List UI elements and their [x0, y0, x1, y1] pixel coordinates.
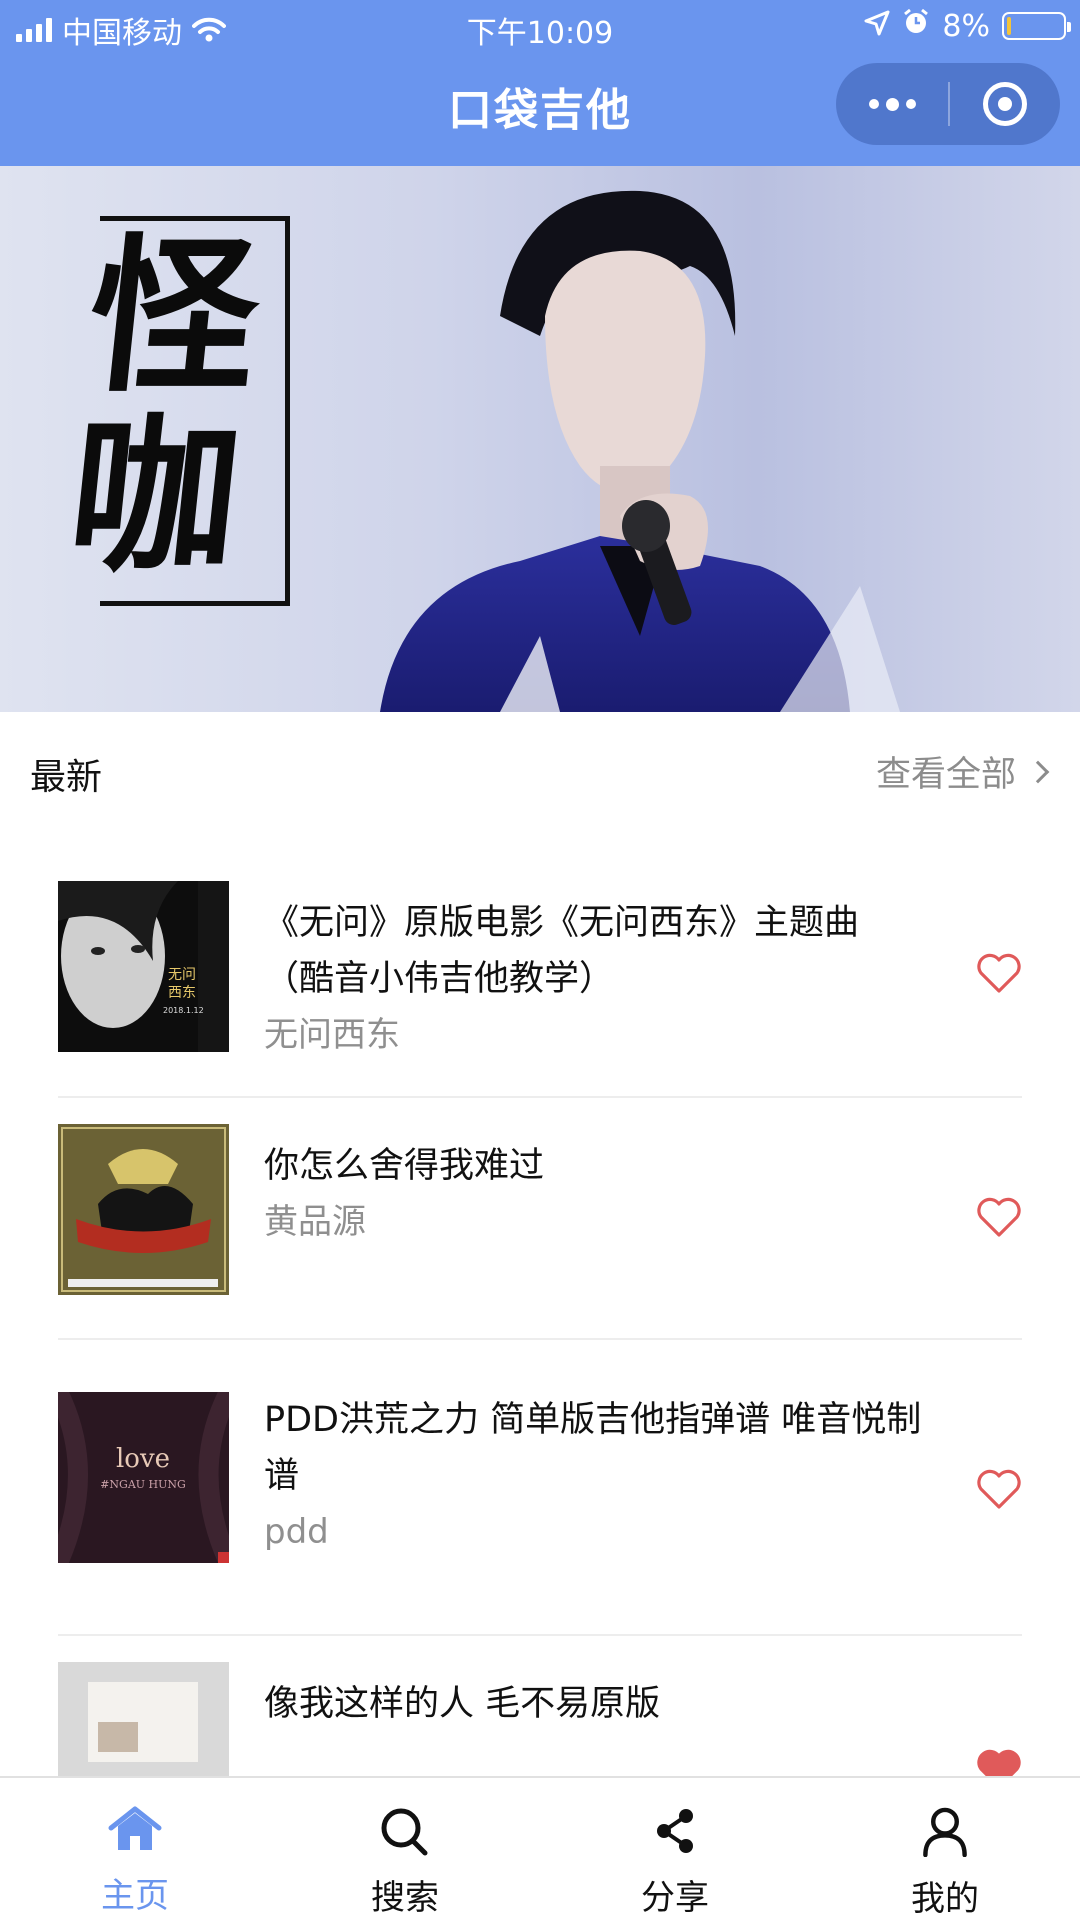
alarm-icon	[902, 8, 930, 44]
tab-search[interactable]: 搜索	[270, 1778, 540, 1920]
search-icon	[381, 1808, 428, 1856]
target-icon	[983, 82, 1027, 126]
view-all-label: 查看全部	[875, 755, 1016, 795]
song-title: 《无问》原版电影《无问西东》主题曲（酷音小伟吉他教学）	[264, 903, 860, 999]
tab-label: 分享	[641, 1878, 709, 1918]
tab-home[interactable]: 主页	[0, 1778, 270, 1920]
song-artist: pdd	[264, 1512, 329, 1552]
chevron-right-icon	[1026, 760, 1050, 783]
song-cover: love #NGAU HUNG	[58, 1392, 229, 1563]
favorite-heart-icon[interactable]	[976, 952, 1022, 994]
song-list: 无问 西东 2018.1.12 《无问》原版电影《无问西东》主题曲（酷音小伟吉他…	[0, 828, 1080, 1836]
home-icon	[108, 1806, 162, 1850]
song-title: PDD洪荒之力 简单版吉他指弹谱 唯音悦制谱	[264, 1400, 922, 1496]
list-item[interactable]: love #NGAU HUNG PDD洪荒之力 简单版吉他指弹谱 唯音悦制谱 p…	[0, 1340, 1080, 1636]
song-title: 你怎么舍得我难过	[264, 1146, 545, 1186]
tab-share[interactable]: 分享	[540, 1778, 810, 1920]
svg-text:西东: 西东	[168, 985, 196, 1001]
song-artist: 无问西东	[264, 1015, 400, 1055]
song-title: 像我这样的人 毛不易原版	[264, 1684, 661, 1724]
location-icon	[864, 9, 890, 44]
banner-carousel[interactable]: 怪咖	[0, 166, 1080, 712]
bottom-tab-bar: 主页 搜索 分享 我的	[0, 1776, 1080, 1920]
list-item[interactable]: 你怎么舍得我难过 黄品源	[0, 1098, 1080, 1340]
svg-text:无问: 无问	[168, 967, 196, 983]
tab-label: 我的	[911, 1879, 979, 1919]
list-item[interactable]: 无问 西东 2018.1.12 《无问》原版电影《无问西东》主题曲（酷音小伟吉他…	[0, 828, 1080, 1098]
share-icon	[657, 1809, 693, 1853]
favorite-heart-icon[interactable]	[976, 1196, 1022, 1238]
more-dots-icon	[885, 97, 899, 111]
banner-logo-text: 怪咖	[60, 217, 268, 595]
song-cover	[58, 1124, 229, 1295]
section-title: 最新	[30, 757, 103, 798]
miniprogram-capsule	[836, 63, 1060, 145]
status-bar: 中国移动 下午10:09 8%	[0, 0, 1080, 56]
battery-icon	[1002, 12, 1071, 40]
close-miniprogram-button[interactable]	[950, 63, 1060, 145]
favorite-heart-icon[interactable]	[976, 1468, 1022, 1510]
tab-profile[interactable]: 我的	[810, 1778, 1080, 1920]
svg-text:2018.1.12: 2018.1.12	[163, 1006, 204, 1015]
banner-logo: 怪咖	[60, 196, 300, 626]
svg-text:#NGAU HUNG: #NGAU HUNG	[100, 1478, 186, 1491]
svg-text:love: love	[116, 1444, 170, 1474]
more-button[interactable]	[836, 63, 948, 145]
song-artist: 黄品源	[264, 1202, 366, 1242]
song-cover: 无问 西东 2018.1.12	[58, 881, 229, 1052]
user-icon	[923, 1807, 967, 1857]
tab-label: 主页	[101, 1876, 169, 1916]
battery-percent: 8%	[942, 8, 990, 44]
header: 中国移动 下午10:09 8% 口袋吉他	[0, 0, 1080, 166]
view-all-link[interactable]: 查看全部	[875, 746, 1050, 797]
tab-label: 搜索	[371, 1878, 439, 1918]
section-header: 最新 查看全部	[0, 712, 1080, 828]
